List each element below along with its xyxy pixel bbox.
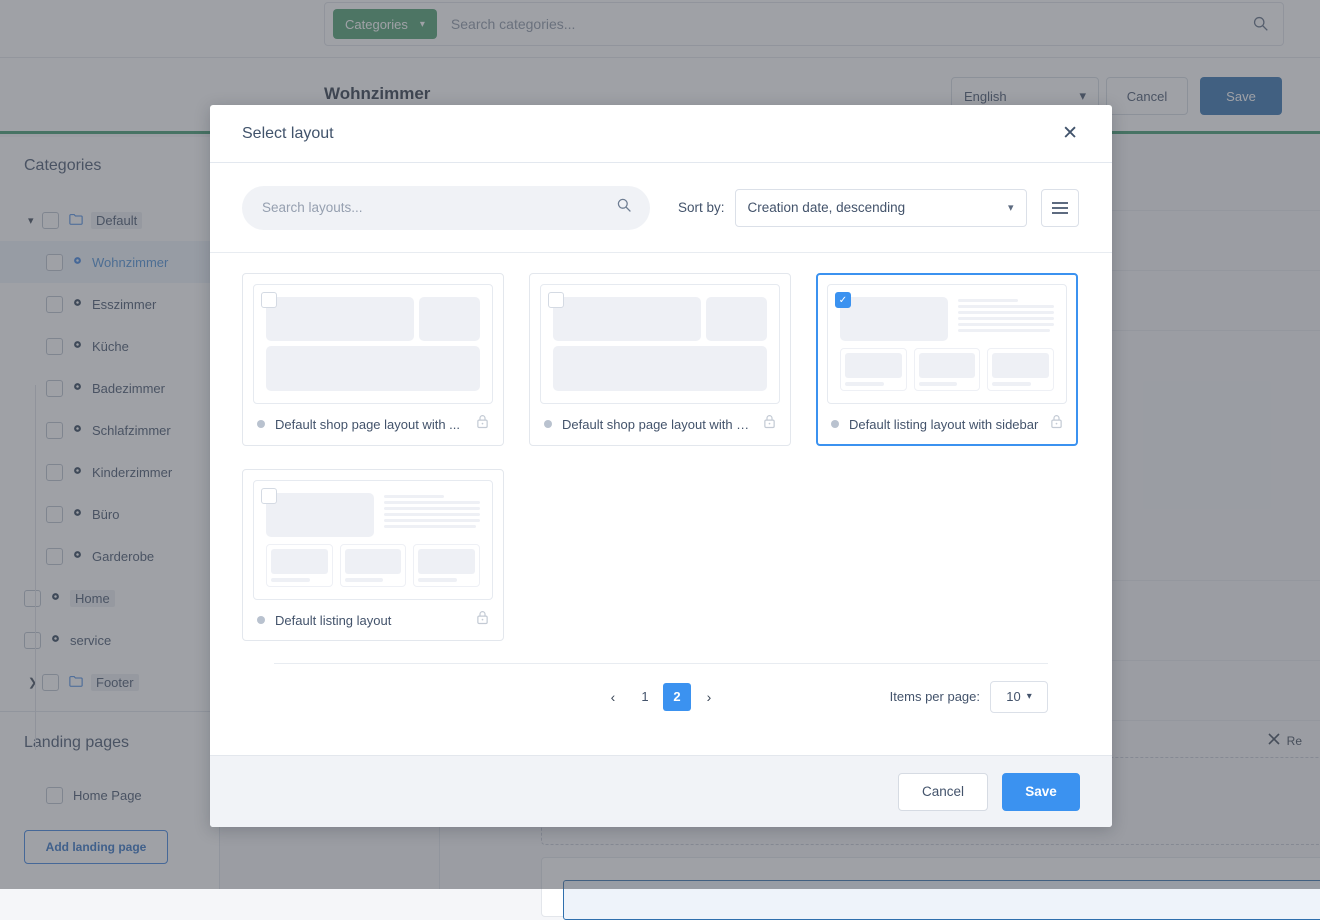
items-per-page-value: 10 (1006, 689, 1020, 704)
modal-title: Select layout (242, 125, 1058, 143)
layout-card[interactable]: Default shop page layout with c... (529, 273, 791, 446)
layout-preview-thumbnail (840, 297, 1054, 391)
layout-preview: ✓ (827, 284, 1067, 404)
status-badge (831, 420, 839, 428)
lock-icon (476, 414, 489, 434)
layout-card-footer: Default shop page layout with ... (253, 404, 493, 444)
lock-icon (763, 414, 776, 434)
sort-by-select[interactable]: Creation date, descending ▾ (735, 189, 1027, 227)
items-per-page-label: Items per page: (890, 689, 980, 704)
layout-card-title: Default listing layout (275, 613, 466, 628)
layout-search-field[interactable] (242, 186, 650, 230)
chevron-down-icon: ▾ (1008, 201, 1014, 214)
layout-checkbox[interactable] (261, 488, 277, 504)
sort-by-value: Creation date, descending (748, 200, 906, 215)
lock-icon (1050, 414, 1063, 434)
layout-card-grid: Default shop page layout with ... Default… (242, 273, 1080, 641)
modal-header: Select layout ✕ (210, 105, 1112, 163)
chevron-down-icon: ▾ (1027, 691, 1032, 702)
save-button[interactable]: Save (1002, 773, 1080, 811)
layout-checkbox[interactable] (261, 292, 277, 308)
layout-card-footer: Default listing layout with sidebar (827, 404, 1067, 444)
chevron-left-icon[interactable]: ‹ (599, 683, 627, 711)
layout-preview (253, 480, 493, 600)
layout-preview-thumbnail (266, 297, 480, 391)
sort-by-label: Sort by: (678, 200, 725, 215)
list-view-icon[interactable] (1041, 189, 1079, 227)
layout-card-footer: Default listing layout (253, 600, 493, 640)
modal-footer: Cancel Save (210, 755, 1112, 827)
status-badge (257, 616, 265, 624)
layout-card-title: Default listing layout with sidebar (849, 417, 1040, 432)
layout-card[interactable]: Default shop page layout with ... (242, 273, 504, 446)
layout-card-title: Default shop page layout with c... (562, 417, 753, 432)
chevron-right-icon[interactable]: › (695, 683, 723, 711)
layout-card-title: Default shop page layout with ... (275, 417, 466, 432)
layout-card[interactable]: ✓ Default listing layout with sidebar (816, 273, 1078, 446)
lock-icon (476, 610, 489, 630)
search-input[interactable] (260, 199, 632, 216)
cancel-button[interactable]: Cancel (898, 773, 988, 811)
layout-checkbox[interactable]: ✓ (835, 292, 851, 308)
status-badge (544, 420, 552, 428)
layout-card-footer: Default shop page layout with c... (540, 404, 780, 444)
select-layout-modal: Select layout ✕ Sort by: Creation date, … (210, 105, 1112, 827)
modal-body: Default shop page layout with ... Default… (210, 253, 1112, 755)
pagination: ‹ 1 2 › (599, 683, 723, 711)
close-icon[interactable]: ✕ (1058, 122, 1082, 145)
layout-checkbox[interactable] (548, 292, 564, 308)
status-badge (257, 420, 265, 428)
layout-preview (253, 284, 493, 404)
page-button-1[interactable]: 1 (631, 683, 659, 711)
layout-preview-thumbnail (553, 297, 767, 391)
page-button-2[interactable]: 2 (663, 683, 691, 711)
items-per-page: Items per page: 10 ▾ (890, 681, 1048, 713)
layout-preview-thumbnail (266, 493, 480, 587)
layout-card[interactable]: Default listing layout (242, 469, 504, 641)
items-per-page-select[interactable]: 10 ▾ (990, 681, 1048, 713)
layout-preview (540, 284, 780, 404)
modal-toolbar: Sort by: Creation date, descending ▾ (210, 163, 1112, 253)
pagination-bar: ‹ 1 2 › Items per page: 10 ▾ (274, 663, 1048, 729)
search-icon[interactable] (616, 197, 632, 218)
